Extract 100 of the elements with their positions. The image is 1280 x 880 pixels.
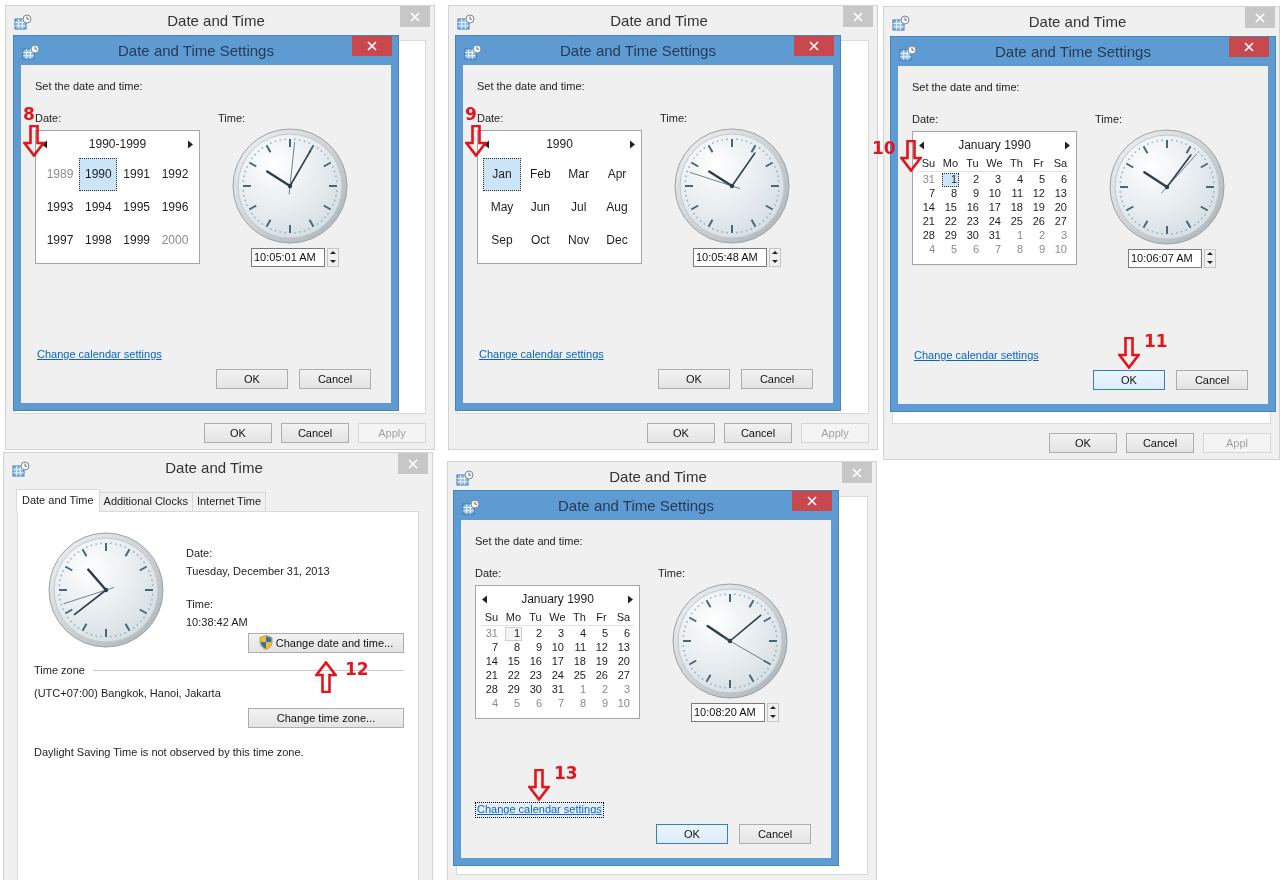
calendar-day[interactable]: 23	[527, 668, 544, 683]
calendar-day[interactable]: 12	[1030, 186, 1047, 201]
calendar-day[interactable]: 8	[505, 640, 522, 655]
calendar-day[interactable]: 27	[1052, 214, 1069, 229]
spin-button[interactable]	[767, 702, 779, 722]
calendar-day[interactable]: 27	[615, 668, 632, 683]
settings-link[interactable]: Change calendar settings	[35, 347, 164, 363]
calendar-day[interactable]: 3	[549, 626, 566, 641]
calendar-day[interactable]: 2	[593, 682, 610, 697]
calendar-year[interactable]: 1989	[41, 157, 79, 191]
calendar-title[interactable]: January 1990	[488, 592, 627, 607]
calendar-title[interactable]: 1990	[490, 137, 629, 152]
previous-arrow-icon[interactable]	[41, 140, 48, 149]
calendar-day[interactable]: 9	[527, 640, 544, 655]
calendar-month[interactable]: Jun	[521, 190, 560, 224]
calendar-year[interactable]: 1993	[41, 190, 79, 224]
dialog-close-button[interactable]	[352, 36, 392, 56]
previous-arrow-icon[interactable]	[481, 595, 488, 604]
spin-button[interactable]	[1204, 248, 1216, 268]
calendar-day[interactable]: 26	[1030, 214, 1047, 229]
calendar-day[interactable]: 19	[1030, 200, 1047, 215]
tab[interactable]: Date and Time	[16, 489, 100, 512]
change-timezone-button[interactable]: Change time zone...	[248, 708, 404, 729]
spin-button[interactable]	[769, 247, 781, 267]
calendar-day[interactable]: 23	[964, 214, 981, 229]
calendar-day[interactable]: 26	[593, 668, 610, 683]
calendar-day[interactable]: 18	[571, 654, 588, 669]
calendar-day[interactable]: 6	[964, 242, 981, 257]
calendar-year[interactable]: 1999	[117, 223, 156, 257]
next-arrow-icon[interactable]	[1064, 141, 1071, 150]
time-field[interactable]: 10:06:07 AM	[1128, 248, 1202, 268]
calendar-day[interactable]: 5	[1030, 172, 1047, 187]
calendar-year[interactable]: 1992	[156, 157, 194, 191]
change-date-button[interactable]: Change date and time...	[248, 632, 404, 653]
dialog-button[interactable]: OK	[647, 423, 715, 443]
calendar-day[interactable]: 3	[1052, 228, 1069, 243]
calendar-day[interactable]: 28	[920, 228, 937, 243]
calendar-title[interactable]: 1990-1999	[48, 137, 187, 152]
calendar-day[interactable]: 10	[615, 696, 632, 711]
calendar-month[interactable]: Mar	[559, 157, 598, 191]
calendar-day[interactable]: 6	[527, 696, 544, 711]
calendar-day[interactable]: 1	[505, 626, 522, 641]
dialog-button[interactable]: OK	[1093, 370, 1165, 390]
calendar-day[interactable]: 4	[571, 626, 588, 641]
calendar-day[interactable]: 16	[964, 200, 981, 215]
calendar-day[interactable]: 31	[549, 682, 566, 697]
calendar-day[interactable]: 28	[483, 682, 500, 697]
next-arrow-icon[interactable]	[187, 140, 194, 149]
calendar-day[interactable]: 6	[615, 626, 632, 641]
dialog-button[interactable]: Cancel	[281, 423, 349, 443]
calendar-day[interactable]: 15	[505, 654, 522, 669]
calendar-day[interactable]: 9	[1030, 242, 1047, 257]
calendar-day[interactable]: 24	[549, 668, 566, 683]
calendar-day[interactable]: 2	[1030, 228, 1047, 243]
calendar-day[interactable]: 8	[942, 186, 959, 201]
calendar-year[interactable]: 1996	[156, 190, 194, 224]
calendar-day[interactable]: 14	[920, 200, 937, 215]
calendar-day[interactable]: 13	[615, 640, 632, 655]
calendar-day[interactable]: 7	[549, 696, 566, 711]
dialog-button[interactable]: Cancel	[739, 824, 811, 844]
calendar-day[interactable]: 4	[1008, 172, 1025, 187]
calendar-day[interactable]: 31	[920, 172, 937, 187]
dialog-button[interactable]: OK	[216, 369, 288, 389]
calendar-year[interactable]: 1991	[117, 157, 156, 191]
calendar-day[interactable]: 7	[483, 640, 500, 655]
time-field[interactable]: 10:05:01 AM	[251, 247, 325, 267]
calendar-day[interactable]: 7	[920, 186, 937, 201]
time-field[interactable]: 10:05:48 AM	[693, 247, 767, 267]
calendar-day[interactable]: 22	[505, 668, 522, 683]
calendar-day[interactable]: 20	[1052, 200, 1069, 215]
calendar-day[interactable]: 9	[964, 186, 981, 201]
dialog-button[interactable]: OK	[204, 423, 272, 443]
calendar-day[interactable]: 17	[986, 200, 1003, 215]
calendar-day[interactable]: 25	[571, 668, 588, 683]
calendar-day[interactable]: 5	[505, 696, 522, 711]
dialog-button[interactable]: Cancel	[299, 369, 371, 389]
calendar-day[interactable]: 17	[549, 654, 566, 669]
calendar-day[interactable]: 22	[942, 214, 959, 229]
calendar-day[interactable]: 5	[942, 242, 959, 257]
tab[interactable]: Internet Time	[191, 492, 267, 511]
calendar-day[interactable]: 24	[986, 214, 1003, 229]
dialog-button[interactable]: Cancel	[1176, 370, 1248, 390]
calendar-month[interactable]: May	[483, 190, 521, 224]
calendar-year[interactable]: 1994	[79, 190, 118, 224]
next-arrow-icon[interactable]	[627, 595, 634, 604]
calendar-day[interactable]: 21	[483, 668, 500, 683]
calendar-day[interactable]: 3	[615, 682, 632, 697]
calendar-day[interactable]: 18	[1008, 200, 1025, 215]
calendar-month[interactable]: Aug	[598, 190, 636, 224]
calendar-day[interactable]: 29	[942, 228, 959, 243]
calendar-month[interactable]: Nov	[559, 223, 598, 257]
calendar-day[interactable]: 8	[571, 696, 588, 711]
calendar-month[interactable]: Jan	[483, 157, 521, 191]
calendar-day[interactable]: 3	[986, 172, 1003, 187]
calendar-day[interactable]: 14	[483, 654, 500, 669]
settings-link[interactable]: Change calendar settings	[912, 348, 1041, 364]
settings-link[interactable]: Change calendar settings	[475, 802, 604, 818]
calendar-day[interactable]: 29	[505, 682, 522, 697]
calendar-month[interactable]: Feb	[521, 157, 560, 191]
calendar-day[interactable]: 10	[549, 640, 566, 655]
